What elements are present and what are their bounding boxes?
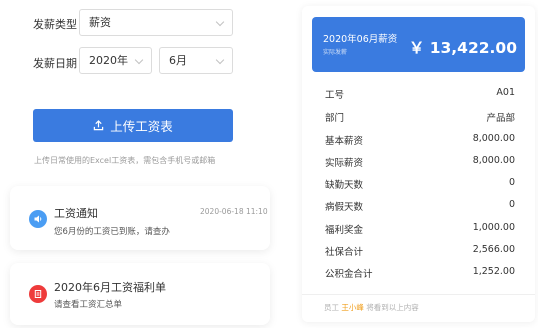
upload-salary-sheet-button[interactable]: 上传工资表 — [33, 109, 233, 142]
slip-row-label: 缺勤天数 — [325, 180, 364, 191]
slip-row-label: 实际薪资 — [325, 158, 364, 169]
chevron-down-icon — [134, 55, 144, 65]
month-value: 6月 — [169, 54, 187, 67]
pay-date-label: 发薪日期 — [33, 57, 77, 70]
month-select[interactable]: 6月 — [159, 47, 233, 74]
footer-suffix: 将看到以上内容 — [366, 303, 419, 312]
footer-prefix: 员工 — [324, 303, 339, 312]
slip-row-value: 1,000.00 — [472, 222, 515, 233]
upload-icon — [94, 120, 104, 131]
slip-row-value: 0 — [508, 199, 515, 210]
slip-row-label: 病假天数 — [325, 202, 364, 213]
slip-row-value: A01 — [496, 87, 515, 98]
speaker-icon — [29, 210, 47, 228]
chevron-down-icon — [215, 55, 225, 65]
chevron-down-icon — [215, 17, 225, 27]
slip-row-label: 公积金合计 — [325, 269, 373, 280]
salary-type-value: 薪资 — [89, 16, 111, 29]
slip-amount: ￥ 13,422.00 — [408, 39, 517, 57]
slip-row-label: 部门 — [325, 113, 345, 124]
slip-row-label: 社保合计 — [325, 247, 364, 258]
slip-row-label: 工号 — [325, 90, 345, 101]
document-icon — [29, 285, 47, 303]
slip-row-label: 福利奖金 — [325, 225, 364, 236]
slip-sub-label: 实际发薪 — [323, 49, 348, 56]
slip-row-value: 8,000.00 — [472, 133, 515, 144]
notice-title: 2020年6月工资福利单 — [54, 281, 166, 294]
salary-type-select[interactable]: 薪资 — [79, 9, 233, 36]
slip-row-value: 2,566.00 — [472, 244, 515, 255]
slip-footer: 员工 王小峰 将看到以上内容 — [324, 302, 419, 313]
year-select[interactable]: 2020年 — [79, 47, 152, 74]
salary-slip-header: 2020年06月薪资 实际发薪 ￥ 13,422.00 — [312, 17, 525, 72]
slip-row-value: 0 — [508, 177, 515, 188]
notice-time: 2020-06-18 11:10 — [200, 207, 268, 216]
slip-row-value: 8,000.00 — [472, 155, 515, 166]
upload-tip: 上传日常使用的Excel工资表，需包含手机号或邮箱 — [34, 156, 216, 165]
salary-type-label: 发薪类型 — [33, 18, 77, 31]
notice-title: 工资通知 — [54, 207, 98, 220]
notice-body: 您6月份的工资已到账，请查办 — [54, 227, 170, 237]
upload-button-label: 上传工资表 — [110, 119, 173, 134]
slip-row-label: 基本薪资 — [325, 136, 364, 147]
slip-row-value: 1,252.00 — [472, 266, 515, 277]
notice-card-welfare[interactable]: 2020年6月工资福利单 请查看工资汇总单 — [10, 263, 270, 325]
slip-month-title: 2020年06月薪资 — [323, 34, 398, 45]
notice-card-salary[interactable]: 工资通知 2020-06-18 11:10 您6月份的工资已到账，请查办 — [10, 186, 270, 250]
slip-row-value: 产品部 — [486, 113, 515, 124]
notice-body: 请查看工资汇总单 — [54, 300, 123, 310]
employee-name: 王小峰 — [341, 303, 364, 312]
slip-divider — [302, 294, 535, 295]
year-value: 2020年 — [89, 54, 128, 67]
